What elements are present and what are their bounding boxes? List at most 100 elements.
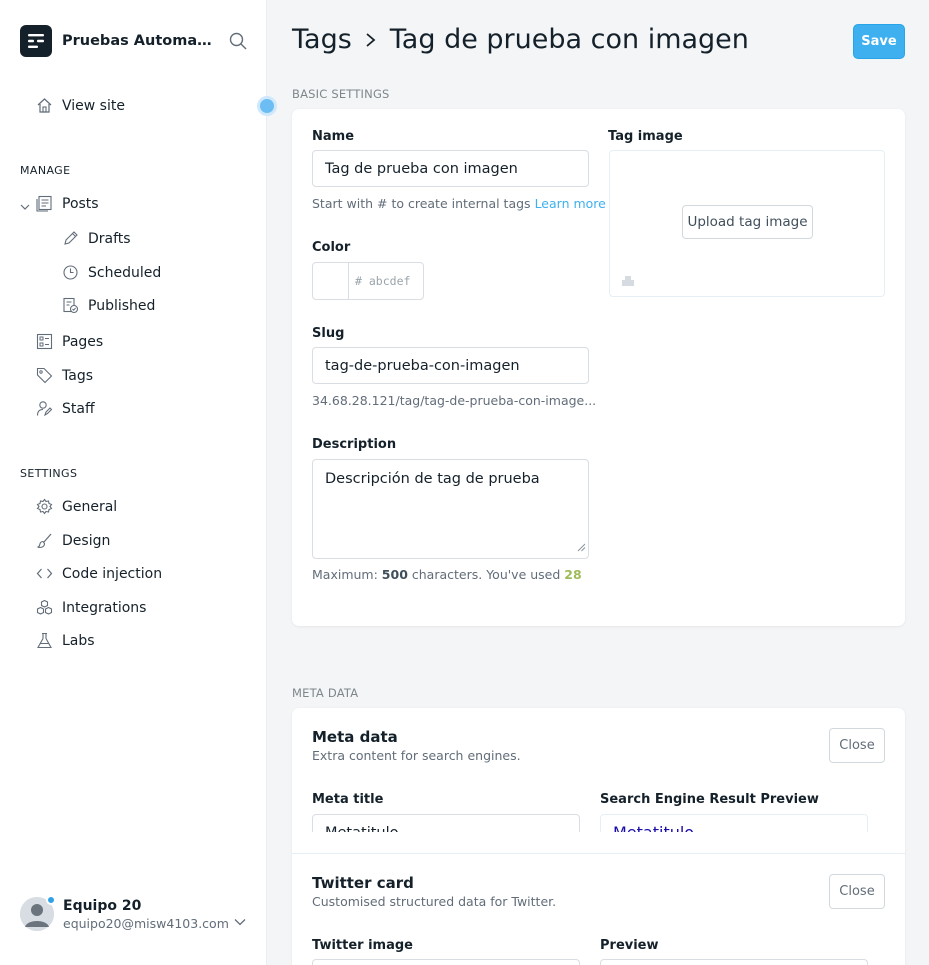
serp-preview-label: Search Engine Result Preview — [600, 792, 819, 807]
description-label: Description — [312, 437, 397, 452]
search-icon[interactable] — [229, 32, 247, 50]
brand[interactable]: Pruebas Automatizadas — [20, 25, 212, 57]
sidebar-item-view-site[interactable]: View site — [36, 97, 125, 114]
max-value: 500 — [381, 567, 408, 582]
flask-icon — [37, 632, 52, 649]
description-text: Descripción de tag de prueba — [325, 471, 540, 487]
sidebar-item-scheduled[interactable]: Scheduled — [62, 264, 161, 281]
slug-url-preview: 34.68.28.121/tag/tag-de-prueba-con-image… — [312, 393, 597, 408]
sidebar-item-tags[interactable]: Tags — [36, 367, 93, 384]
sidebar: Pruebas Automatizadas View site MANAGE P… — [0, 0, 277, 965]
brand-logo-icon — [20, 25, 52, 57]
sidebar-item-label: Pages — [62, 333, 104, 350]
sidebar-item-label: General — [62, 498, 118, 515]
integrations-icon — [36, 599, 53, 615]
manage-section-label: MANAGE — [20, 164, 71, 177]
used-value: 28 — [564, 567, 582, 582]
twitter-image-dropzone[interactable] — [312, 959, 580, 965]
sidebar-item-drafts[interactable]: Drafts — [62, 230, 131, 247]
sidebar-item-label: Integrations — [62, 599, 147, 616]
twitter-card-subtitle: Customised structured data for Twitter. — [312, 894, 557, 909]
breadcrumb-tags-link[interactable]: Tags — [292, 24, 352, 55]
settings-section-label: SETTINGS — [20, 467, 78, 480]
chevron-down-icon[interactable] — [233, 912, 247, 931]
meta-data-title: Meta data — [312, 728, 398, 746]
sidebar-item-integrations[interactable]: Integrations — [36, 599, 146, 616]
color-input[interactable]: # abcdef — [312, 262, 424, 300]
sidebar-item-label: Staff — [62, 400, 95, 417]
chevron-right-icon — [364, 31, 378, 49]
home-icon — [37, 98, 52, 113]
avatar — [20, 895, 56, 931]
resize-handle-icon[interactable] — [577, 540, 586, 556]
twitter-preview-box — [600, 959, 868, 965]
meta-data-group-label: META DATA — [292, 686, 359, 700]
sidebar-item-label: Scheduled — [88, 264, 162, 281]
name-hint-text: Start with # to create internal tags — [312, 196, 531, 211]
user-menu[interactable]: Equipo 20 equipo20@misw4103.com — [20, 895, 229, 931]
sidebar-item-design[interactable]: Design — [36, 532, 110, 549]
brand-title: Pruebas Automatizadas — [62, 33, 212, 49]
chevron-down-icon[interactable] — [19, 198, 31, 217]
max-prefix: Maximum: — [312, 567, 378, 582]
pencil-icon — [64, 231, 78, 245]
meta-data-close-button[interactable]: Close — [829, 728, 885, 763]
sidebar-item-label: View site — [62, 97, 125, 114]
gear-icon — [36, 498, 53, 515]
description-textarea[interactable]: Descripción de tag de prueba — [312, 459, 589, 559]
breadcrumb: Tags Tag de prueba con imagen — [292, 24, 749, 55]
twitter-preview-label: Preview — [600, 938, 659, 953]
meta-title-label: Meta title — [312, 792, 384, 807]
sidebar-item-published[interactable]: Published — [62, 297, 155, 314]
character-count: Maximum: 500 characters. You've used 28 — [312, 567, 582, 582]
image-placeholder-icon — [621, 272, 635, 291]
twitter-image-label: Twitter image — [312, 938, 413, 953]
color-swatch[interactable] — [313, 263, 349, 299]
sidebar-item-label: Posts — [62, 195, 99, 212]
tag-image-dropzone[interactable]: Upload tag image — [609, 150, 885, 297]
color-hex-field[interactable]: # abcdef — [349, 263, 410, 299]
meta-title-input[interactable]: Metatitulo — [312, 814, 580, 832]
twitter-card-close-button[interactable]: Close — [829, 874, 885, 909]
basic-settings-card: Name Tag de prueba con imagen Start with… — [292, 109, 905, 626]
used-prefix: characters. You've used — [411, 567, 561, 582]
meta-data-card: Meta data Extra content for search engin… — [292, 708, 905, 965]
learn-more-link[interactable]: Learn more — [535, 196, 606, 211]
color-hash-symbol: # — [355, 274, 362, 288]
clock-icon — [63, 265, 78, 280]
code-icon — [36, 568, 53, 579]
serp-preview-title: Metatitulo — [600, 814, 868, 832]
basic-settings-label: BASIC SETTINGS — [292, 87, 390, 101]
sidebar-item-general[interactable]: General — [36, 498, 117, 515]
tag-icon — [36, 367, 53, 384]
sidebar-item-pages[interactable]: Pages — [36, 333, 103, 350]
name-input[interactable]: Tag de prueba con imagen — [312, 150, 589, 187]
user-email: equipo20@misw4103.com — [63, 915, 229, 931]
upload-tag-image-button[interactable]: Upload tag image — [682, 205, 813, 239]
section-divider — [292, 853, 905, 854]
user-name: Equipo 20 — [63, 897, 142, 914]
color-label: Color — [312, 240, 351, 255]
posts-icon — [36, 195, 52, 212]
sidebar-item-label: Published — [88, 297, 156, 314]
slug-input[interactable]: tag-de-prueba-con-imagen — [312, 347, 589, 384]
sidebar-item-label: Drafts — [88, 230, 131, 247]
sidebar-item-posts[interactable]: Posts — [36, 195, 99, 212]
online-status-dot — [46, 895, 56, 905]
save-button[interactable]: Save — [853, 24, 905, 59]
sidebar-item-label: Tags — [62, 367, 93, 384]
pages-icon — [36, 333, 53, 350]
sidebar-item-staff[interactable]: Staff — [36, 400, 95, 417]
twitter-card-title: Twitter card — [312, 874, 414, 892]
sidebar-item-code-injection[interactable]: Code injection — [36, 565, 162, 582]
sidebar-item-labs[interactable]: Labs — [36, 632, 95, 649]
published-icon — [63, 297, 79, 314]
sidebar-item-label: Design — [62, 532, 111, 549]
name-hint: Start with # to create internal tags Lea… — [312, 196, 606, 211]
meta-title-clip: Metatitulo — [312, 814, 580, 832]
sidebar-item-label: Labs — [62, 632, 95, 649]
page-title: Tag de prueba con imagen — [389, 24, 749, 55]
color-placeholder: abcdef — [368, 274, 411, 288]
slug-label: Slug — [312, 326, 345, 341]
serp-preview-clip: Metatitulo — [600, 814, 868, 832]
